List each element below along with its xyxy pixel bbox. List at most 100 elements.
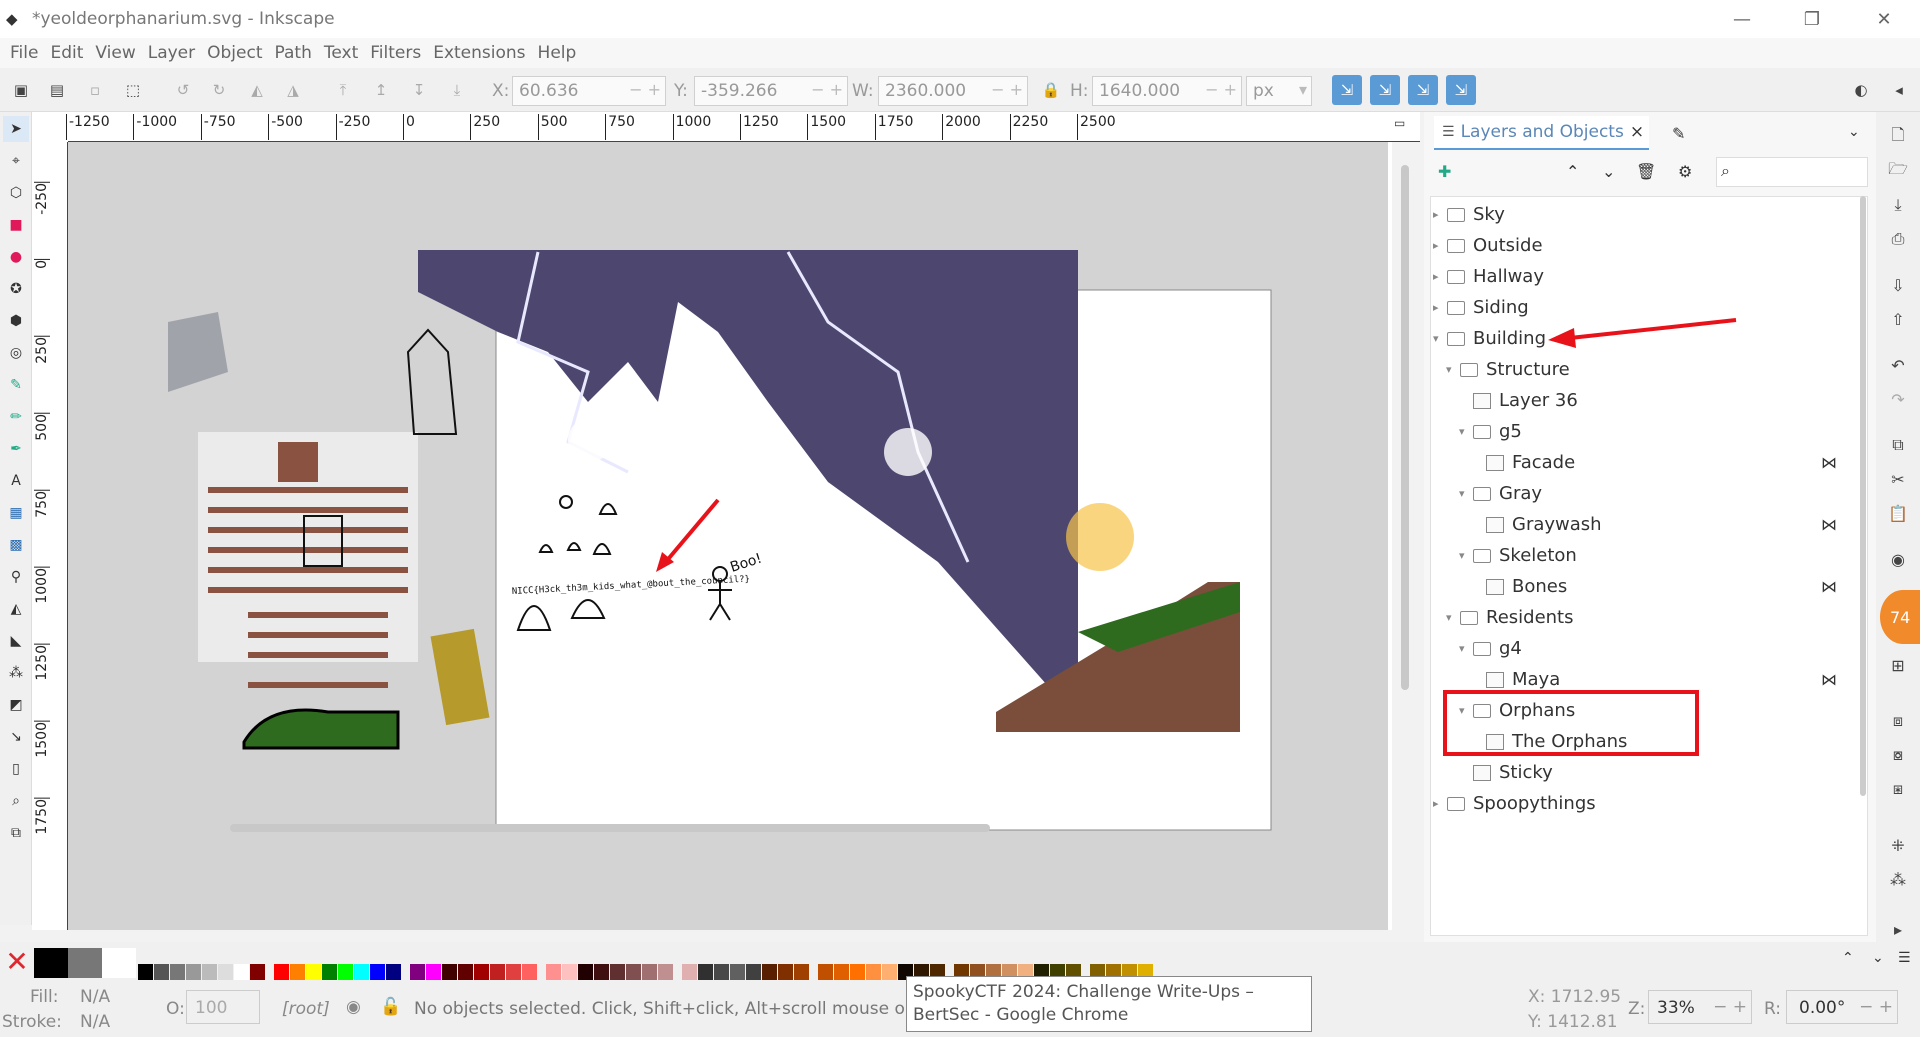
settings-gear-icon[interactable]: ⚙ <box>1678 162 1692 181</box>
color-swatch[interactable] <box>834 964 849 980</box>
transform-patterns-icon[interactable]: ⇲ <box>1446 75 1476 105</box>
paint-bucket-icon[interactable]: ◭ <box>3 596 29 622</box>
collapse-arrow-icon[interactable]: ▸ <box>1433 797 1447 810</box>
ellipse-tool-icon[interactable]: ● <box>3 244 29 270</box>
no-paint-icon[interactable]: ✕ <box>2 948 32 978</box>
calligraphy-tool-icon[interactable]: ✒ <box>3 436 29 462</box>
color-swatch[interactable] <box>426 964 441 980</box>
color-swatch[interactable] <box>850 964 865 980</box>
color-swatch[interactable] <box>290 964 305 980</box>
palette-scroll-up-icon[interactable]: ⌃ <box>1842 950 1854 966</box>
delete-icon[interactable]: 🗑 <box>1636 162 1656 181</box>
raise-to-top-icon[interactable]: ⤒ <box>330 77 356 103</box>
expand-arrow-icon[interactable]: ▾ <box>1459 642 1473 655</box>
zoom-selection-icon[interactable]: ◉ <box>1885 546 1911 572</box>
pencil-tool-icon[interactable]: ✏ <box>3 404 29 430</box>
menu-extensions[interactable]: Extensions <box>427 43 531 63</box>
opacity-field[interactable]: 100 <box>186 990 260 1024</box>
cut-icon[interactable]: ✂ <box>1885 466 1911 492</box>
display-icon[interactable]: ▭ <box>1394 116 1405 130</box>
flip-vertical-icon[interactable]: ◮ <box>280 77 306 103</box>
menu-object[interactable]: Object <box>201 43 268 63</box>
color-swatch[interactable] <box>658 964 673 980</box>
open-icon[interactable]: 🗁 <box>1885 158 1911 184</box>
deselect-icon[interactable]: ▫ <box>82 77 108 103</box>
select-original-icon[interactable]: ⧆ <box>1885 776 1911 802</box>
color-swatch[interactable] <box>730 964 745 980</box>
color-swatch[interactable] <box>490 964 505 980</box>
lock-icon[interactable]: 🔒 <box>1038 77 1064 103</box>
3d-box-tool-icon[interactable]: ⬢ <box>3 308 29 334</box>
tree-scrollbar[interactable] <box>1860 196 1866 796</box>
drawing-canvas[interactable]: NICC{H3ck_th3m_kids_what_@bout_the_counc… <box>68 142 1388 930</box>
collapse-arrow-icon[interactable]: ▸ <box>1433 208 1447 221</box>
tree-row[interactable]: ▸ Sky <box>1433 199 1863 230</box>
color-swatch[interactable] <box>202 964 217 980</box>
menu-filters[interactable]: Filters <box>364 43 427 63</box>
color-swatch[interactable] <box>386 964 401 980</box>
close-button[interactable]: ✕ <box>1856 0 1912 38</box>
palette-scroll-down-icon[interactable]: ⌄ <box>1872 950 1884 966</box>
tree-row[interactable]: ▾ g5 <box>1459 416 1863 447</box>
color-swatch[interactable] <box>274 964 289 980</box>
menu-view[interactable]: View <box>89 43 141 63</box>
tab-layers-and-objects[interactable]: ☰ Layers and Objects × <box>1434 116 1649 150</box>
color-swatch[interactable] <box>698 964 713 980</box>
save-icon[interactable]: ⤓ <box>1885 192 1911 218</box>
lower-to-bottom-icon[interactable]: ⤓ <box>444 77 470 103</box>
tree-row[interactable]: ▸ Hallway <box>1433 261 1863 292</box>
tree-row[interactable]: Graywash ⋈ <box>1472 509 1863 540</box>
lower-icon[interactable]: ↧ <box>406 77 432 103</box>
tree-row[interactable]: Layer 36 <box>1459 385 1863 416</box>
redo-icon[interactable]: ↷ <box>1885 386 1911 412</box>
w-field[interactable]: 2360.000− + <box>878 76 1028 106</box>
connector-tool-icon[interactable]: ↘ <box>3 724 29 750</box>
color-swatch[interactable] <box>354 964 369 980</box>
add-layer-icon[interactable]: ✚ <box>1438 162 1451 181</box>
color-swatch[interactable] <box>102 948 136 978</box>
tree-row[interactable]: ▾ Skeleton <box>1459 540 1863 571</box>
pages-tool-icon[interactable]: ▯ <box>3 756 29 782</box>
select-all-icon[interactable]: ▣ <box>8 77 34 103</box>
tree-row[interactable]: ▸ Spoopythings <box>1433 788 1863 819</box>
color-swatch[interactable] <box>746 964 761 980</box>
tree-row[interactable]: Sticky <box>1459 757 1863 788</box>
expand-arrow-icon[interactable]: ▾ <box>1433 332 1447 345</box>
vertical-scrollbar[interactable] <box>1401 165 1409 690</box>
selector-tool-icon[interactable]: ➤ <box>3 116 29 142</box>
color-swatch[interactable] <box>458 964 473 980</box>
chevron-down-icon[interactable]: ⌄ <box>1848 124 1860 140</box>
restore-button[interactable]: ❐ <box>1784 0 1840 38</box>
paste-icon[interactable]: 📋 <box>1885 500 1911 526</box>
minimize-button[interactable]: — <box>1714 0 1770 38</box>
tree-row[interactable]: ▾ Structure <box>1446 354 1863 385</box>
palette-menu-icon[interactable]: ☰ <box>1898 950 1911 966</box>
clip-mask-icon[interactable]: ⋈ <box>1821 577 1837 596</box>
collapse-arrow-icon[interactable]: ▸ <box>1433 239 1447 252</box>
collapse-arrow-icon[interactable]: ▸ <box>1433 301 1447 314</box>
color-swatch[interactable] <box>34 948 68 978</box>
color-swatch[interactable] <box>154 964 169 980</box>
expand-arrow-icon[interactable]: ▾ <box>1459 425 1473 438</box>
notification-badge[interactable]: 74 <box>1880 590 1920 644</box>
y-field[interactable]: -359.266− + <box>694 76 848 106</box>
color-swatch[interactable] <box>68 948 102 978</box>
snap-icon[interactable]: ◐ <box>1848 77 1874 103</box>
color-swatch[interactable] <box>778 964 793 980</box>
color-swatch[interactable] <box>370 964 385 980</box>
zoom-field[interactable]: 33% − + <box>1648 990 1752 1024</box>
group-icon[interactable]: ⁜ <box>1885 832 1911 858</box>
transform-gradients-icon[interactable]: ⇲ <box>1408 75 1438 105</box>
rectangle-tool-icon[interactable]: ■ <box>3 212 29 238</box>
select-same-icon[interactable]: ⬚ <box>120 77 146 103</box>
node-tool-icon[interactable]: ⌖ <box>3 148 29 174</box>
menu-layer[interactable]: Layer <box>142 43 201 63</box>
color-swatch[interactable] <box>522 964 537 980</box>
tree-row[interactable]: Bones ⋈ <box>1472 571 1863 602</box>
color-swatch[interactable] <box>186 964 201 980</box>
text-tool-icon[interactable]: A <box>3 468 29 494</box>
rotate-cw-icon[interactable]: ↻ <box>206 77 232 103</box>
spiral-tool-icon[interactable]: ◎ <box>3 340 29 366</box>
color-swatch[interactable] <box>306 964 321 980</box>
x-field[interactable]: 60.636− + <box>512 76 666 106</box>
